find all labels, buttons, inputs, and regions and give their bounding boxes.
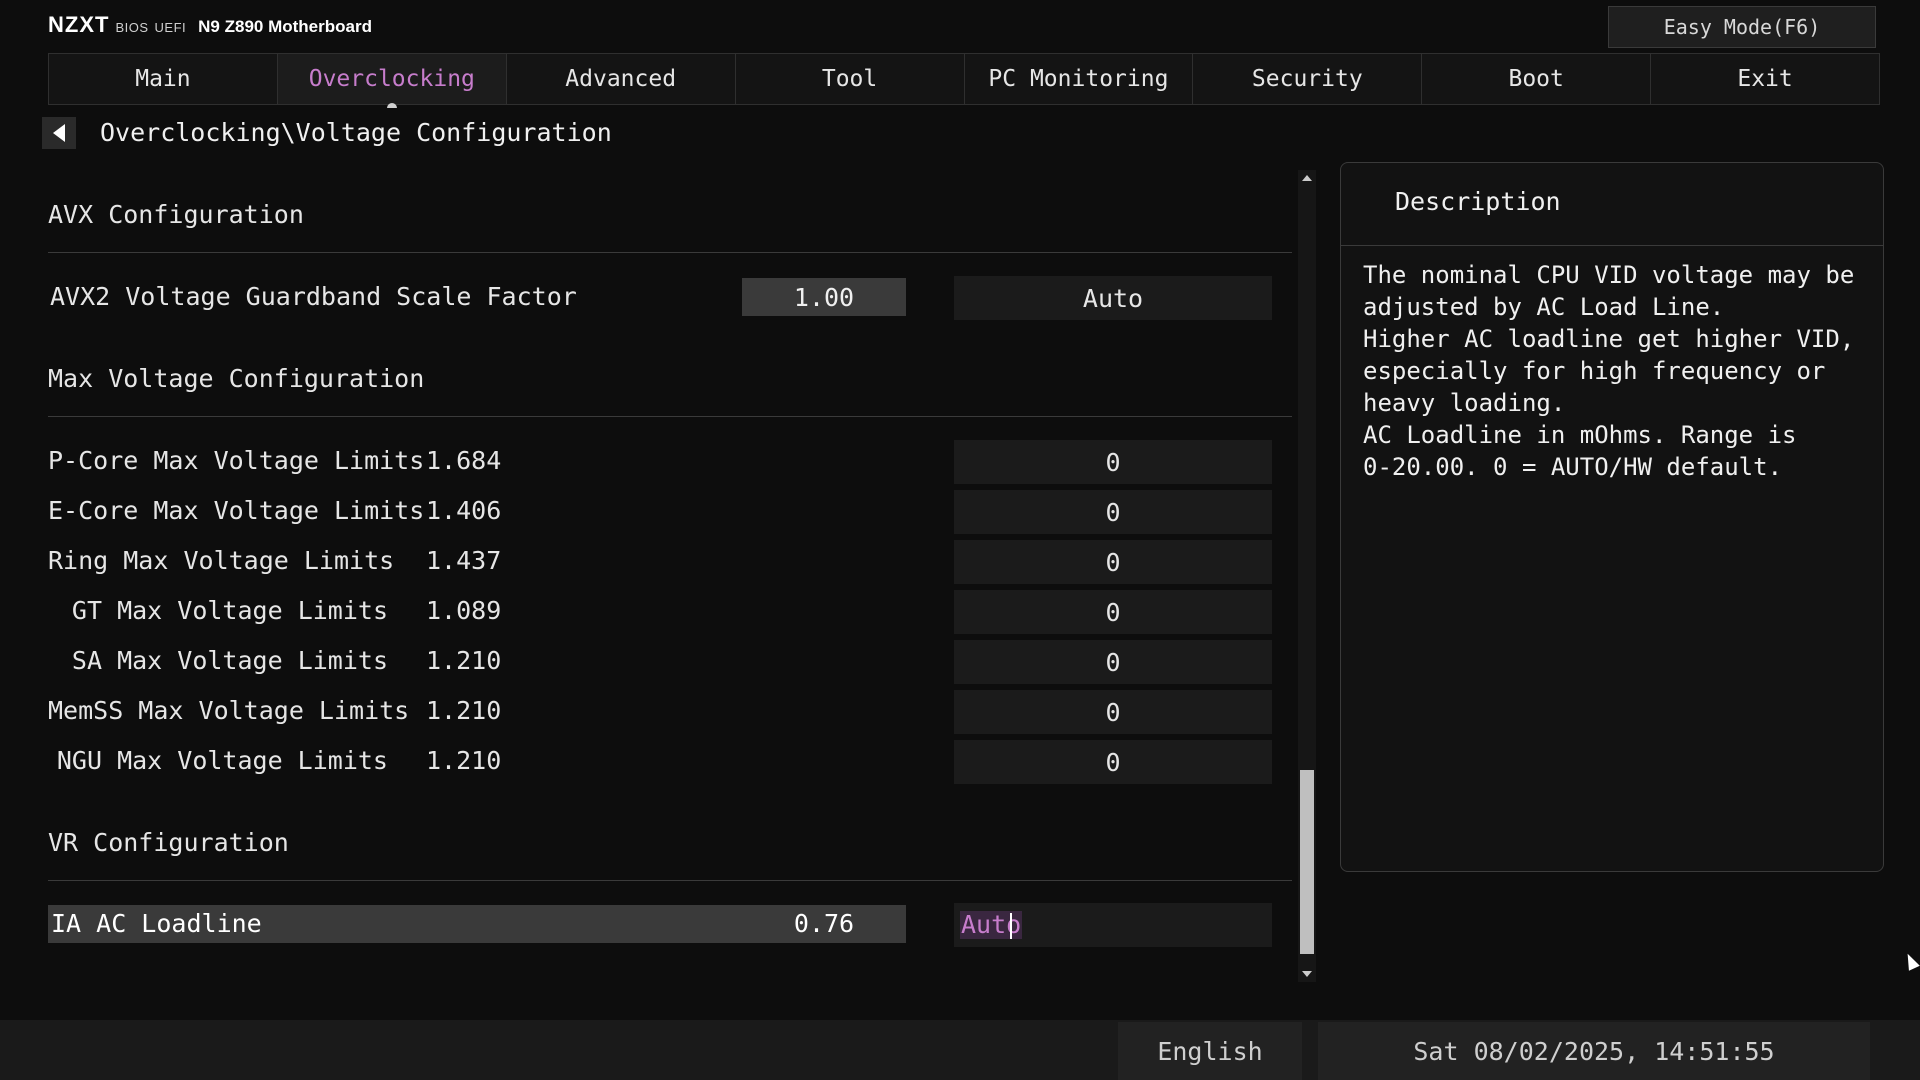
ia-ac-loadline-row[interactable]: IA AC Loadline 0.76 <box>48 905 906 943</box>
back-arrow-icon <box>53 124 65 142</box>
ring-max-voltage-setting[interactable]: 0 <box>954 540 1272 584</box>
ia-ac-loadline-value: Auto <box>960 910 1023 939</box>
description-text: The nominal CPU VID voltage may be adjus… <box>1363 259 1854 483</box>
avx2-guardband-current: 1.00 <box>742 278 906 316</box>
ring-max-voltage-label: Ring Max Voltage Limits <box>48 546 395 575</box>
description-line: 0-20.00. 0 = AUTO/HW default. <box>1363 453 1783 481</box>
brand-header: NZXT BIOS UEFI N9 Z890 Motherboard <box>48 12 372 40</box>
description-line: Higher AC loadline get higher VID, <box>1363 325 1855 353</box>
tab-security[interactable]: Security <box>1192 54 1422 104</box>
section-divider <box>48 416 1292 417</box>
avx2-guardband-label: AVX2 Voltage Guardband Scale Factor <box>50 282 577 311</box>
ring-max-voltage-current: 1.437 <box>426 546 502 575</box>
ecore-max-voltage-label: E-Core Max Voltage Limits <box>48 496 425 525</box>
description-line: especially for high frequency or <box>1363 357 1826 385</box>
ngu-max-voltage-setting[interactable]: 0 <box>954 740 1272 784</box>
ia-ac-loadline-input[interactable]: Auto <box>954 903 1272 947</box>
breadcrumb: Overclocking\Voltage Configuration <box>100 118 612 147</box>
mouse-pointer-icon <box>1902 951 1920 971</box>
ia-ac-loadline-label: IA AC Loadline <box>51 909 262 938</box>
gt-max-voltage-label: GT Max Voltage Limits <box>71 596 388 625</box>
scroll-down-button[interactable] <box>1298 966 1316 982</box>
ngu-max-voltage-label: NGU Max Voltage Limits <box>56 746 388 775</box>
max-voltage-section-title: Max Voltage Configuration <box>48 364 425 393</box>
description-line: heavy loading. <box>1363 389 1566 417</box>
description-line: AC Loadline in mOhms. Range is <box>1363 421 1797 449</box>
uefi-label: UEFI <box>154 20 187 35</box>
memss-max-voltage-current: 1.210 <box>426 696 502 725</box>
tab-boot[interactable]: Boot <box>1421 54 1651 104</box>
text-caret <box>1010 913 1012 939</box>
section-divider <box>48 252 1292 253</box>
main-tab-bar: Main Overclocking Advanced Tool PC Monit… <box>48 53 1880 105</box>
sa-max-voltage-label: SA Max Voltage Limits <box>71 646 388 675</box>
description-header: Description <box>1341 163 1883 246</box>
tab-exit[interactable]: Exit <box>1650 54 1880 104</box>
pcore-max-voltage-label: P-Core Max Voltage Limits <box>48 446 425 475</box>
description-line: adjusted by AC Load Line. <box>1363 293 1725 321</box>
ecore-max-voltage-current: 1.406 <box>426 496 502 525</box>
pcore-max-voltage-current: 1.684 <box>426 446 502 475</box>
tab-main[interactable]: Main <box>48 54 277 104</box>
back-button[interactable] <box>42 117 76 149</box>
avx-section-title: AVX Configuration <box>48 200 304 229</box>
section-divider <box>48 880 1292 881</box>
bios-label: BIOS <box>115 20 149 35</box>
nzxt-logo: NZXT <box>48 12 110 37</box>
sa-max-voltage-current: 1.210 <box>426 646 502 675</box>
avx2-guardband-setting[interactable]: Auto <box>954 276 1272 320</box>
ecore-max-voltage-setting[interactable]: 0 <box>954 490 1272 534</box>
ia-ac-loadline-current: 0.76 <box>793 909 855 938</box>
ngu-max-voltage-current: 1.210 <box>426 746 502 775</box>
date-time-display[interactable]: Sat 08/02/2025, 14:51:55 <box>1318 1022 1870 1080</box>
vr-section-title: VR Configuration <box>48 828 289 857</box>
sa-max-voltage-setting[interactable]: 0 <box>954 640 1272 684</box>
description-title: Description <box>1395 187 1561 216</box>
arrow-up-icon <box>1302 175 1312 181</box>
scroll-up-button[interactable] <box>1298 170 1316 186</box>
tab-pc-monitoring[interactable]: PC Monitoring <box>963 54 1193 104</box>
gt-max-voltage-current: 1.089 <box>426 596 502 625</box>
tab-tool[interactable]: Tool <box>734 54 964 104</box>
language-selector[interactable]: English <box>1118 1022 1302 1080</box>
description-panel: Description The nominal CPU VID voltage … <box>1340 162 1884 872</box>
memss-max-voltage-setting[interactable]: 0 <box>954 690 1272 734</box>
gt-max-voltage-setting[interactable]: 0 <box>954 590 1272 634</box>
scrollbar-thumb[interactable] <box>1300 770 1314 954</box>
arrow-down-icon <box>1302 971 1312 977</box>
pcore-max-voltage-setting[interactable]: 0 <box>954 440 1272 484</box>
tab-overclocking[interactable]: Overclocking <box>276 54 506 104</box>
description-line: The nominal CPU VID voltage may be <box>1363 261 1855 289</box>
memss-max-voltage-label: MemSS Max Voltage Limits <box>48 696 410 725</box>
tab-advanced[interactable]: Advanced <box>505 54 735 104</box>
motherboard-model: N9 Z890 Motherboard <box>198 17 372 36</box>
easy-mode-button[interactable]: Easy Mode(F6) <box>1608 6 1876 48</box>
